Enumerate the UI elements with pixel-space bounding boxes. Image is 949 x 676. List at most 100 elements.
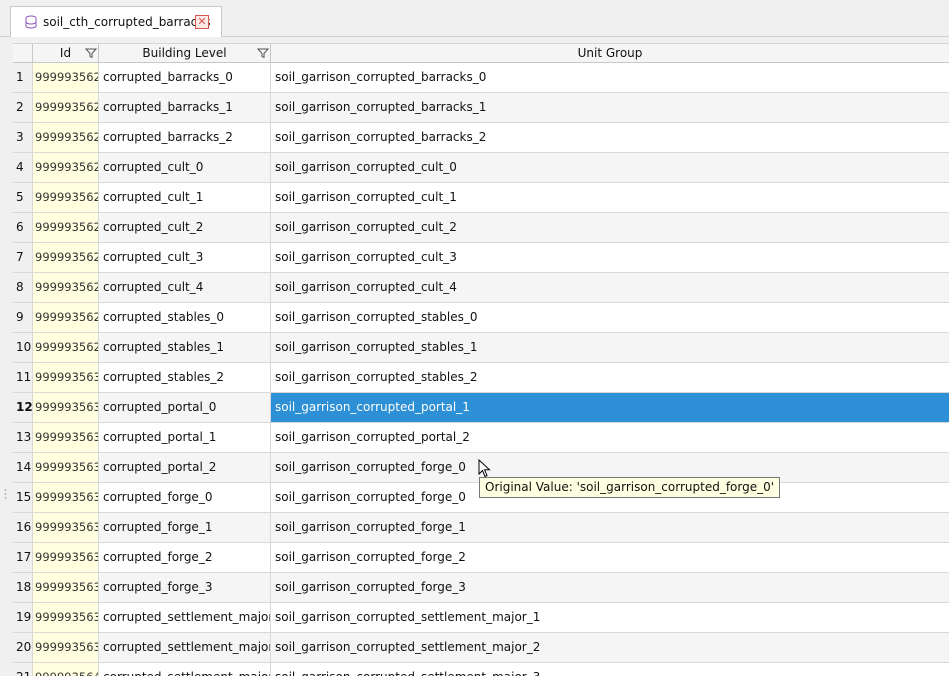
row-number-cell[interactable]: 4 (13, 153, 33, 182)
table-row[interactable]: 19999935620corrupted_barracks_0soil_garr… (13, 63, 949, 93)
id-cell[interactable]: 9999935629 (33, 333, 99, 362)
building-level-cell[interactable]: corrupted_portal_2 (99, 453, 271, 482)
row-number-cell[interactable]: 19 (13, 603, 33, 632)
id-cell[interactable]: 9999935638 (33, 603, 99, 632)
building-level-cell[interactable]: corrupted_forge_0 (99, 483, 271, 512)
row-number-cell[interactable]: 11 (13, 363, 33, 392)
id-cell[interactable]: 9999935640 (33, 663, 99, 676)
row-number-cell[interactable]: 13 (13, 423, 33, 452)
table-row[interactable]: 119999935630corrupted_stables_2soil_garr… (13, 363, 949, 393)
building-level-cell[interactable]: corrupted_stables_0 (99, 303, 271, 332)
id-cell[interactable]: 9999935625 (33, 213, 99, 242)
filter-icon[interactable] (85, 47, 97, 59)
unit-group-cell[interactable]: soil_garrison_corrupted_settlement_major… (271, 663, 949, 676)
table-row[interactable]: 169999935635corrupted_forge_1soil_garris… (13, 513, 949, 543)
table-row[interactable]: 69999935625corrupted_cult_2soil_garrison… (13, 213, 949, 243)
table-row[interactable]: 99999935628corrupted_stables_0soil_garri… (13, 303, 949, 333)
table-row[interactable]: 139999935632corrupted_portal_1soil_garri… (13, 423, 949, 453)
id-cell[interactable]: 9999935639 (33, 633, 99, 662)
unit-group-cell[interactable]: soil_garrison_corrupted_forge_1 (271, 513, 949, 542)
building-level-cell[interactable]: corrupted_forge_1 (99, 513, 271, 542)
row-number-cell[interactable]: 16 (13, 513, 33, 542)
id-cell[interactable]: 9999935631 (33, 393, 99, 422)
unit-group-cell[interactable]: soil_garrison_corrupted_portal_1 (271, 393, 949, 422)
id-cell[interactable]: 9999935621 (33, 93, 99, 122)
row-number-cell[interactable]: 17 (13, 543, 33, 572)
unit-group-cell[interactable]: soil_garrison_corrupted_barracks_1 (271, 93, 949, 122)
id-cell[interactable]: 9999935634 (33, 483, 99, 512)
table-row[interactable]: 79999935626corrupted_cult_3soil_garrison… (13, 243, 949, 273)
unit-group-cell[interactable]: soil_garrison_corrupted_forge_2 (271, 543, 949, 572)
header-building-level[interactable]: Building Level (99, 44, 271, 63)
splitter-handle-icon[interactable] (4, 488, 7, 500)
building-level-cell[interactable]: corrupted_forge_2 (99, 543, 271, 572)
row-number-cell[interactable]: 7 (13, 243, 33, 272)
table-row[interactable]: 39999935622corrupted_barracks_2soil_garr… (13, 123, 949, 153)
id-cell[interactable]: 9999935626 (33, 243, 99, 272)
row-number-cell[interactable]: 12 (13, 393, 33, 422)
header-id[interactable]: Id (33, 44, 99, 63)
row-number-cell[interactable]: 20 (13, 633, 33, 662)
id-cell[interactable]: 9999935628 (33, 303, 99, 332)
table-row[interactable]: 129999935631corrupted_portal_0soil_garri… (13, 393, 949, 423)
table-row[interactable]: 109999935629corrupted_stables_1soil_garr… (13, 333, 949, 363)
id-cell[interactable]: 9999935637 (33, 573, 99, 602)
building-level-cell[interactable]: corrupted_barracks_2 (99, 123, 271, 152)
row-number-cell[interactable]: 8 (13, 273, 33, 302)
row-number-cell[interactable]: 14 (13, 453, 33, 482)
table-row[interactable]: 179999935636corrupted_forge_2soil_garris… (13, 543, 949, 573)
unit-group-cell[interactable]: soil_garrison_corrupted_cult_2 (271, 213, 949, 242)
header-unit-group[interactable]: Unit Group (271, 44, 949, 63)
building-level-cell[interactable]: corrupted_cult_3 (99, 243, 271, 272)
unit-group-cell[interactable]: soil_garrison_corrupted_forge_3 (271, 573, 949, 602)
tab-soil-cth-corrupted-barracks[interactable]: soil_cth_corrupted_barracks ✕ (10, 6, 222, 37)
unit-group-cell[interactable]: soil_garrison_corrupted_cult_4 (271, 273, 949, 302)
building-level-cell[interactable]: corrupted_settlement_major_1 (99, 603, 271, 632)
unit-group-cell[interactable]: soil_garrison_corrupted_cult_1 (271, 183, 949, 212)
table-row[interactable]: 189999935637corrupted_forge_3soil_garris… (13, 573, 949, 603)
building-level-cell[interactable]: corrupted_cult_1 (99, 183, 271, 212)
building-level-cell[interactable]: corrupted_cult_0 (99, 153, 271, 182)
row-number-cell[interactable]: 1 (13, 63, 33, 92)
unit-group-cell[interactable]: soil_garrison_corrupted_stables_1 (271, 333, 949, 362)
id-cell[interactable]: 9999935623 (33, 153, 99, 182)
row-number-cell[interactable]: 6 (13, 213, 33, 242)
table-row[interactable]: 59999935624corrupted_cult_1soil_garrison… (13, 183, 949, 213)
table-row[interactable]: 209999935639corrupted_settlement_major_2… (13, 633, 949, 663)
building-level-cell[interactable]: corrupted_settlement_major_3 (99, 663, 271, 676)
unit-group-cell[interactable]: soil_garrison_corrupted_barracks_2 (271, 123, 949, 152)
id-cell[interactable]: 9999935630 (33, 363, 99, 392)
id-cell[interactable]: 9999935627 (33, 273, 99, 302)
unit-group-cell[interactable]: soil_garrison_corrupted_stables_0 (271, 303, 949, 332)
building-level-cell[interactable]: corrupted_cult_4 (99, 273, 271, 302)
table-row[interactable]: 219999935640corrupted_settlement_major_3… (13, 663, 949, 676)
table-row[interactable]: 89999935627corrupted_cult_4soil_garrison… (13, 273, 949, 303)
close-icon[interactable]: ✕ (195, 15, 209, 29)
row-number-cell[interactable]: 15 (13, 483, 33, 512)
row-number-cell[interactable]: 21 (13, 663, 33, 676)
unit-group-cell[interactable]: soil_garrison_corrupted_settlement_major… (271, 633, 949, 662)
unit-group-cell[interactable]: soil_garrison_corrupted_barracks_0 (271, 63, 949, 92)
unit-group-cell[interactable]: soil_garrison_corrupted_stables_2 (271, 363, 949, 392)
building-level-cell[interactable]: corrupted_barracks_1 (99, 93, 271, 122)
id-cell[interactable]: 9999935636 (33, 543, 99, 572)
row-number-cell[interactable]: 18 (13, 573, 33, 602)
id-cell[interactable]: 9999935632 (33, 423, 99, 452)
unit-group-cell[interactable]: soil_garrison_corrupted_cult_3 (271, 243, 949, 272)
building-level-cell[interactable]: corrupted_portal_1 (99, 423, 271, 452)
id-cell[interactable]: 9999935620 (33, 63, 99, 92)
building-level-cell[interactable]: corrupted_forge_3 (99, 573, 271, 602)
id-cell[interactable]: 9999935622 (33, 123, 99, 152)
table-row[interactable]: 199999935638corrupted_settlement_major_1… (13, 603, 949, 633)
table-row[interactable]: 29999935621corrupted_barracks_1soil_garr… (13, 93, 949, 123)
table-row[interactable]: 49999935623corrupted_cult_0soil_garrison… (13, 153, 949, 183)
building-level-cell[interactable]: corrupted_stables_1 (99, 333, 271, 362)
row-number-cell[interactable]: 3 (13, 123, 33, 152)
row-number-cell[interactable]: 2 (13, 93, 33, 122)
row-number-cell[interactable]: 5 (13, 183, 33, 212)
building-level-cell[interactable]: corrupted_barracks_0 (99, 63, 271, 92)
building-level-cell[interactable]: corrupted_cult_2 (99, 213, 271, 242)
row-number-cell[interactable]: 9 (13, 303, 33, 332)
unit-group-cell[interactable]: soil_garrison_corrupted_portal_2 (271, 423, 949, 452)
unit-group-cell[interactable]: soil_garrison_corrupted_cult_0 (271, 153, 949, 182)
